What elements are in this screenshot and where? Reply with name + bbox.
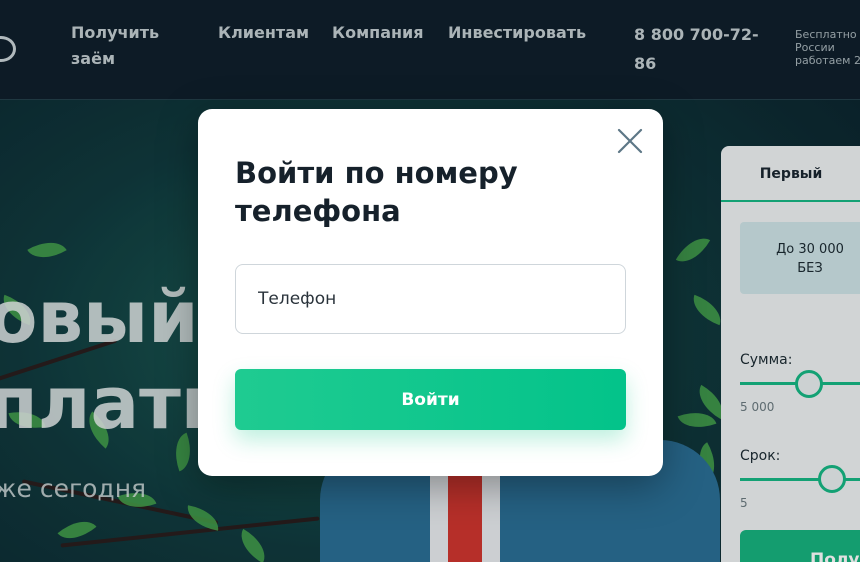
login-modal: Войти по номеру телефона Войти [198,109,663,476]
phone-input[interactable] [235,264,626,334]
close-button[interactable] [616,127,644,155]
modal-title: Войти по номеру телефона [235,156,518,228]
close-icon [617,128,643,154]
login-button[interactable]: Войти [235,369,626,430]
